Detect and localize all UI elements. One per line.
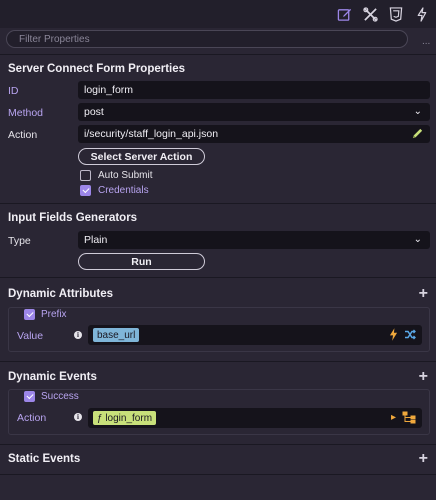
section-title-form-properties: Server Connect Form Properties [8,63,186,75]
action-value: i/security/staff_login_api.json [84,128,219,140]
type-value: Plain [84,234,108,246]
credentials-checkbox[interactable]: Credentials [80,185,149,196]
type-select[interactable]: Plain ⌄ [78,231,430,249]
section-title-generators: Input Fields Generators [8,212,138,224]
checkbox-checked[interactable] [80,185,91,196]
divider [0,54,436,55]
checkbox-unchecked[interactable] [80,170,91,181]
checkbox-checked[interactable] [24,391,35,402]
css3-icon[interactable] [388,6,404,22]
auto-submit-checkbox[interactable]: Auto Submit [80,170,152,181]
action-label: Action [8,129,38,141]
section-title-static-events: Static Events [8,453,81,465]
bolt-icon[interactable] [414,6,430,22]
id-label: ID [8,85,19,97]
id-field[interactable]: login_form [78,81,430,99]
action-field[interactable]: i/security/staff_login_api.json [78,125,430,143]
id-value: login_form [84,84,134,96]
action-chip[interactable]: ƒ login_form [93,411,157,425]
chevron-down-icon: ⌄ [413,234,422,245]
play-icon[interactable]: ▸ [391,412,396,423]
divider [0,444,436,445]
value-label: Value [17,330,44,342]
bolt-icon[interactable] [389,328,398,344]
select-server-action-button[interactable]: Select Server Action [78,148,205,165]
checkbox-checked[interactable] [24,309,35,320]
chevron-down-icon: ⌄ [413,106,422,117]
action-event-label: Action [17,412,47,424]
add-attribute-icon[interactable]: + [419,286,428,302]
tools-icon[interactable] [362,6,378,22]
success-header[interactable]: Success [24,391,79,402]
divider [0,361,436,362]
filter-properties-input[interactable] [6,30,408,48]
add-event-icon[interactable]: + [419,369,428,385]
prefix-header[interactable]: Prefix [24,309,67,320]
value-expression-field[interactable]: base_url [88,325,422,345]
value-chip[interactable]: base_url [93,328,140,342]
divider [0,277,436,278]
method-label: Method [8,107,44,119]
auto-submit-label: Auto Submit [98,170,153,181]
type-label: Type [8,235,31,247]
info-icon[interactable]: i [74,331,82,339]
divider [0,474,436,475]
run-button[interactable]: Run [78,253,205,270]
success-label: Success [41,391,79,402]
more-options-icon[interactable]: ... [422,36,430,47]
add-static-event-icon[interactable]: + [419,451,428,467]
method-value: post [84,106,104,118]
credentials-label: Credentials [98,185,149,196]
section-title-dynamic-events: Dynamic Events [8,371,97,383]
filter-input[interactable] [7,31,407,48]
shuffle-icon[interactable] [404,328,416,344]
section-title-dynamic-attributes: Dynamic Attributes [8,288,114,300]
divider [0,203,436,204]
action-expression-field[interactable]: ƒ login_form ▸ [88,408,422,428]
method-select[interactable]: post ⌄ [78,103,430,121]
flow-icon[interactable] [402,411,416,427]
pencil-icon[interactable] [411,127,424,143]
panel-toolbar [0,0,436,28]
edit-icon[interactable] [336,6,352,22]
prefix-label: Prefix [41,309,67,320]
info-icon[interactable]: i [74,413,82,421]
